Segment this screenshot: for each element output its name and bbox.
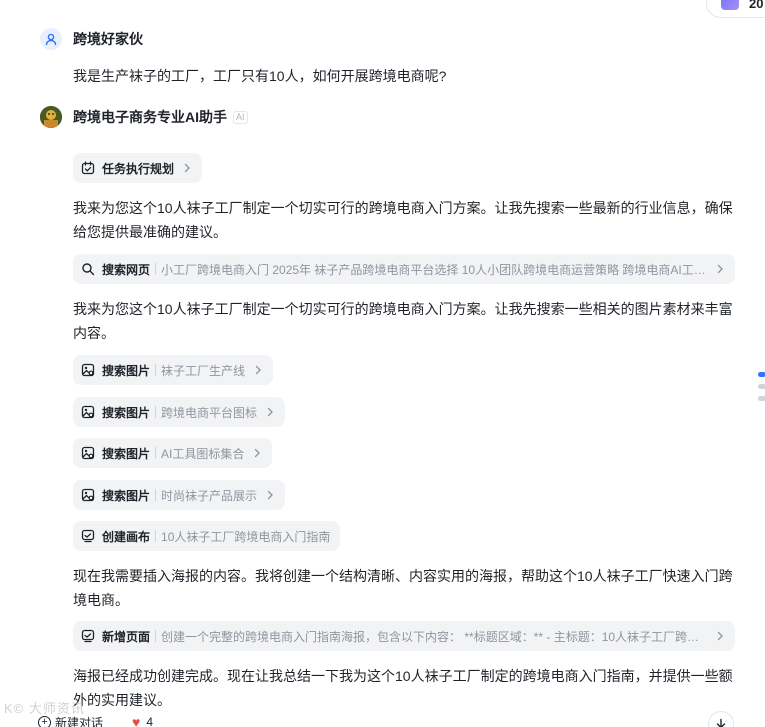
nav-dot-active[interactable] bbox=[758, 372, 765, 377]
user-header: 跨境好家伙 bbox=[40, 28, 143, 50]
divider bbox=[155, 530, 157, 542]
heart-icon: ♥ bbox=[132, 714, 141, 727]
assistant-header: 跨境电子商务专业AI助手 AI bbox=[40, 106, 248, 128]
chevron-right-icon bbox=[267, 490, 273, 500]
image-search-icon bbox=[81, 488, 95, 502]
logo-icon bbox=[721, 0, 739, 10]
top-chip-text: 20 bbox=[749, 0, 764, 11]
divider bbox=[155, 630, 157, 642]
assistant-paragraph-1: 我来为您这个10人袜子工厂制定一个切实可行的跨境电商入门方案。让我先搜索一些最新… bbox=[73, 200, 733, 240]
bottom-bar: K© 大师资讯 + 新建对话 ♥ 4 bbox=[0, 701, 765, 727]
web-search-title: 搜索网页 bbox=[102, 262, 151, 277]
user-message: 我是生产袜子的工厂，工厂只有10人，如何开展跨境电商呢? bbox=[73, 68, 447, 84]
top-chip[interactable]: 20 bbox=[706, 0, 765, 18]
new-chat-label: 新建对话 bbox=[55, 716, 104, 727]
divider bbox=[155, 263, 157, 275]
canvas-icon bbox=[81, 529, 95, 543]
chevron-right-icon bbox=[184, 163, 190, 173]
create-canvas-pill[interactable]: 创建画布 10人袜子工厂跨境电商入门指南 bbox=[73, 521, 341, 551]
image-search-title: 搜索图片 bbox=[102, 488, 151, 503]
assistant-avatar bbox=[40, 106, 62, 128]
image-search-title: 搜索图片 bbox=[102, 405, 151, 420]
image-search-pill-1[interactable]: 搜索图片 袜子工厂生产线 bbox=[73, 355, 274, 385]
chevron-right-icon bbox=[717, 631, 723, 641]
image-search-icon bbox=[81, 446, 95, 460]
plan-step-pill[interactable]: 任务执行规划 bbox=[73, 153, 203, 183]
image-search-query: 袜子工厂生产线 bbox=[161, 363, 246, 378]
assistant-name: 跨境电子商务专业AI助手 bbox=[73, 109, 227, 125]
image-search-pill-3[interactable]: 搜索图片 AI工具图标集合 bbox=[73, 438, 273, 468]
ai-badge: AI bbox=[233, 110, 248, 124]
image-search-query: 跨境电商平台图标 bbox=[161, 405, 258, 420]
plus-icon: + bbox=[38, 716, 51, 727]
assistant-paragraph-3: 现在我需要插入海报的内容。我将创建一个结构清晰、内容实用的海报，帮助这个10人袜… bbox=[73, 568, 733, 608]
assistant-paragraph-4: 海报已经成功创建完成。现在让我总结一下我为这个10人袜子工厂制定的跨境电商入门指… bbox=[73, 668, 733, 708]
image-search-title: 搜索图片 bbox=[102, 446, 151, 461]
user-name: 跨境好家伙 bbox=[73, 31, 143, 47]
divider bbox=[155, 489, 157, 501]
person-icon bbox=[40, 28, 62, 50]
arrow-down-icon bbox=[716, 718, 726, 727]
divider bbox=[155, 447, 157, 459]
new-page-pill[interactable]: 新增页面 创建一个完整的跨境电商入门指南海报，包含以下内容： **标题区域：**… bbox=[73, 621, 735, 651]
image-search-pill-2[interactable]: 搜索图片 跨境电商平台图标 bbox=[73, 397, 286, 427]
like-count: 4 bbox=[146, 715, 153, 727]
image-search-icon bbox=[81, 363, 95, 377]
assistant-paragraph-2: 我来为您这个10人袜子工厂制定一个切实可行的跨境电商入门方案。让我先搜索一些相关… bbox=[73, 301, 733, 341]
plan-step-title: 任务执行规划 bbox=[102, 161, 175, 176]
like-button[interactable]: ♥ 4 bbox=[132, 714, 153, 727]
search-icon bbox=[82, 263, 95, 276]
image-search-query: AI工具图标集合 bbox=[161, 446, 245, 461]
chevron-right-icon bbox=[717, 264, 723, 274]
calendar-icon bbox=[81, 161, 95, 175]
web-search-query: 小工厂跨境电商入门 2025年 袜子产品跨境电商平台选择 10人小团队跨境电商运… bbox=[161, 262, 707, 277]
side-nav-dots[interactable] bbox=[758, 372, 765, 408]
nav-dot[interactable] bbox=[758, 384, 765, 389]
divider bbox=[155, 364, 157, 376]
create-canvas-desc: 10人袜子工厂跨境电商入门指南 bbox=[161, 529, 331, 544]
create-canvas-title: 创建画布 bbox=[102, 529, 151, 544]
nav-dot[interactable] bbox=[758, 396, 765, 401]
new-page-icon bbox=[81, 629, 95, 643]
chevron-right-icon bbox=[267, 407, 273, 417]
chevron-right-icon bbox=[255, 448, 261, 458]
divider bbox=[155, 406, 157, 418]
image-search-title: 搜索图片 bbox=[102, 363, 151, 378]
scroll-down-button[interactable] bbox=[708, 711, 734, 727]
image-search-pill-4[interactable]: 搜索图片 时尚袜子产品展示 bbox=[73, 480, 286, 510]
web-search-pill[interactable]: 搜索网页 小工厂跨境电商入门 2025年 袜子产品跨境电商平台选择 10人小团队… bbox=[73, 254, 735, 284]
new-page-title: 新增页面 bbox=[102, 629, 151, 644]
new-page-desc: 创建一个完整的跨境电商入门指南海报，包含以下内容： **标题区域：** - 主标… bbox=[161, 629, 707, 644]
image-search-icon bbox=[81, 405, 95, 419]
new-chat-button[interactable]: + 新建对话 bbox=[38, 714, 103, 727]
chevron-right-icon bbox=[255, 365, 261, 375]
image-search-query: 时尚袜子产品展示 bbox=[161, 488, 258, 503]
